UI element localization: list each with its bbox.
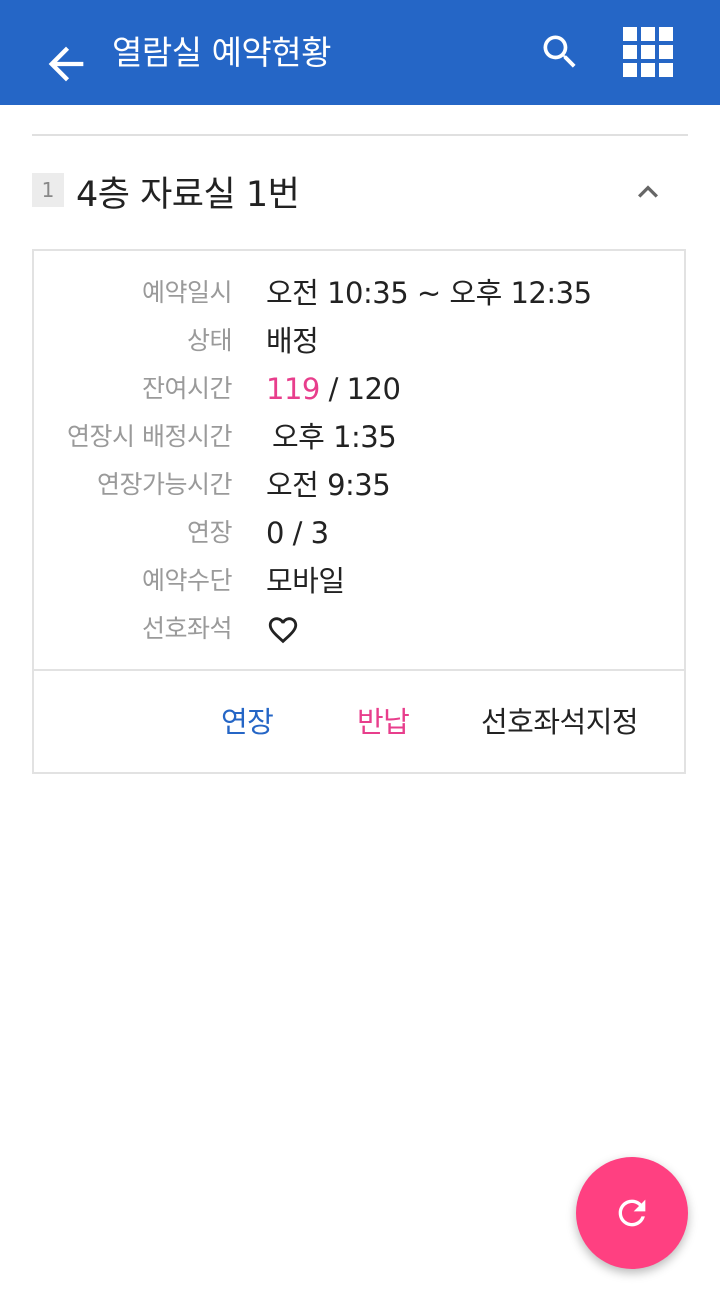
room-index-badge: 1 <box>32 173 64 207</box>
extension-count-value: 0 / 3 <box>266 516 329 550</box>
status-label: 상태 <box>186 326 233 355</box>
extension-count-row: 연장 0 / 3 <box>34 509 684 557</box>
extend-button[interactable]: 연장 <box>221 699 274 741</box>
reservation-time-value: 오전 10:35 ~ 오후 12:35 <box>266 276 592 310</box>
refresh-button[interactable] <box>576 1157 688 1269</box>
apps-grid-button[interactable] <box>623 27 673 77</box>
extendable-time-label: 연장가능시간 <box>96 470 233 499</box>
remaining-time-label: 잔여시간 <box>141 374 233 403</box>
preferred-seat-toggle[interactable] <box>266 613 300 647</box>
extension-assign-time-value: 오후 1:35 <box>272 420 397 454</box>
status-row: 상태 배정 <box>34 317 684 365</box>
total-minutes: / 120 <box>328 372 401 406</box>
extendable-time-row: 연장가능시간 오전 9:35 <box>34 461 684 509</box>
preferred-seat-row: 선호좌석 <box>34 605 684 653</box>
extension-assign-time-row: 연장시 배정시간 오후 1:35 <box>34 413 684 461</box>
extension-count-label: 연장 <box>186 518 233 547</box>
return-button[interactable]: 반납 <box>357 699 410 741</box>
heart-outline-icon <box>268 617 298 644</box>
search-button[interactable] <box>538 30 582 74</box>
grid-icon <box>623 27 673 77</box>
preferred-seat-label: 선호좌석 <box>141 614 233 643</box>
refresh-icon <box>618 1199 646 1227</box>
page-title: 열람실 예약현황 <box>112 33 332 72</box>
reservation-method-label: 예약수단 <box>141 566 233 595</box>
chevron-up-icon <box>638 185 658 198</box>
status-value: 배정 <box>266 324 319 358</box>
back-button[interactable] <box>40 38 92 90</box>
card-divider <box>34 669 684 671</box>
reservation-method-value: 모바일 <box>266 564 345 598</box>
extension-assign-time-label: 연장시 배정시간 <box>67 422 232 451</box>
extendable-time-value: 오전 9:35 <box>266 468 391 502</box>
reservation-method-row: 예약수단 모바일 <box>34 557 684 605</box>
reservation-time-row: 예약일시 오전 10:35 ~ 오후 12:35 <box>34 269 684 317</box>
set-preferred-seat-button[interactable]: 선호좌석지정 <box>481 699 639 741</box>
remaining-time-value: 119 / 120 <box>266 365 401 413</box>
search-icon <box>543 35 576 68</box>
room-name[interactable]: 4층 자료실 1번 <box>76 166 300 217</box>
remaining-minutes: 119 <box>266 372 320 406</box>
arrow-left-icon <box>48 46 84 82</box>
collapse-button[interactable] <box>628 172 668 212</box>
app-bar: 열람실 예약현황 <box>0 0 720 105</box>
reservation-time-label: 예약일시 <box>141 278 233 307</box>
reservation-card: 예약일시 오전 10:35 ~ 오후 12:35 상태 배정 잔여시간 119 … <box>32 249 686 774</box>
remaining-time-row: 잔여시간 119 / 120 <box>34 365 684 413</box>
list-divider <box>32 134 688 136</box>
